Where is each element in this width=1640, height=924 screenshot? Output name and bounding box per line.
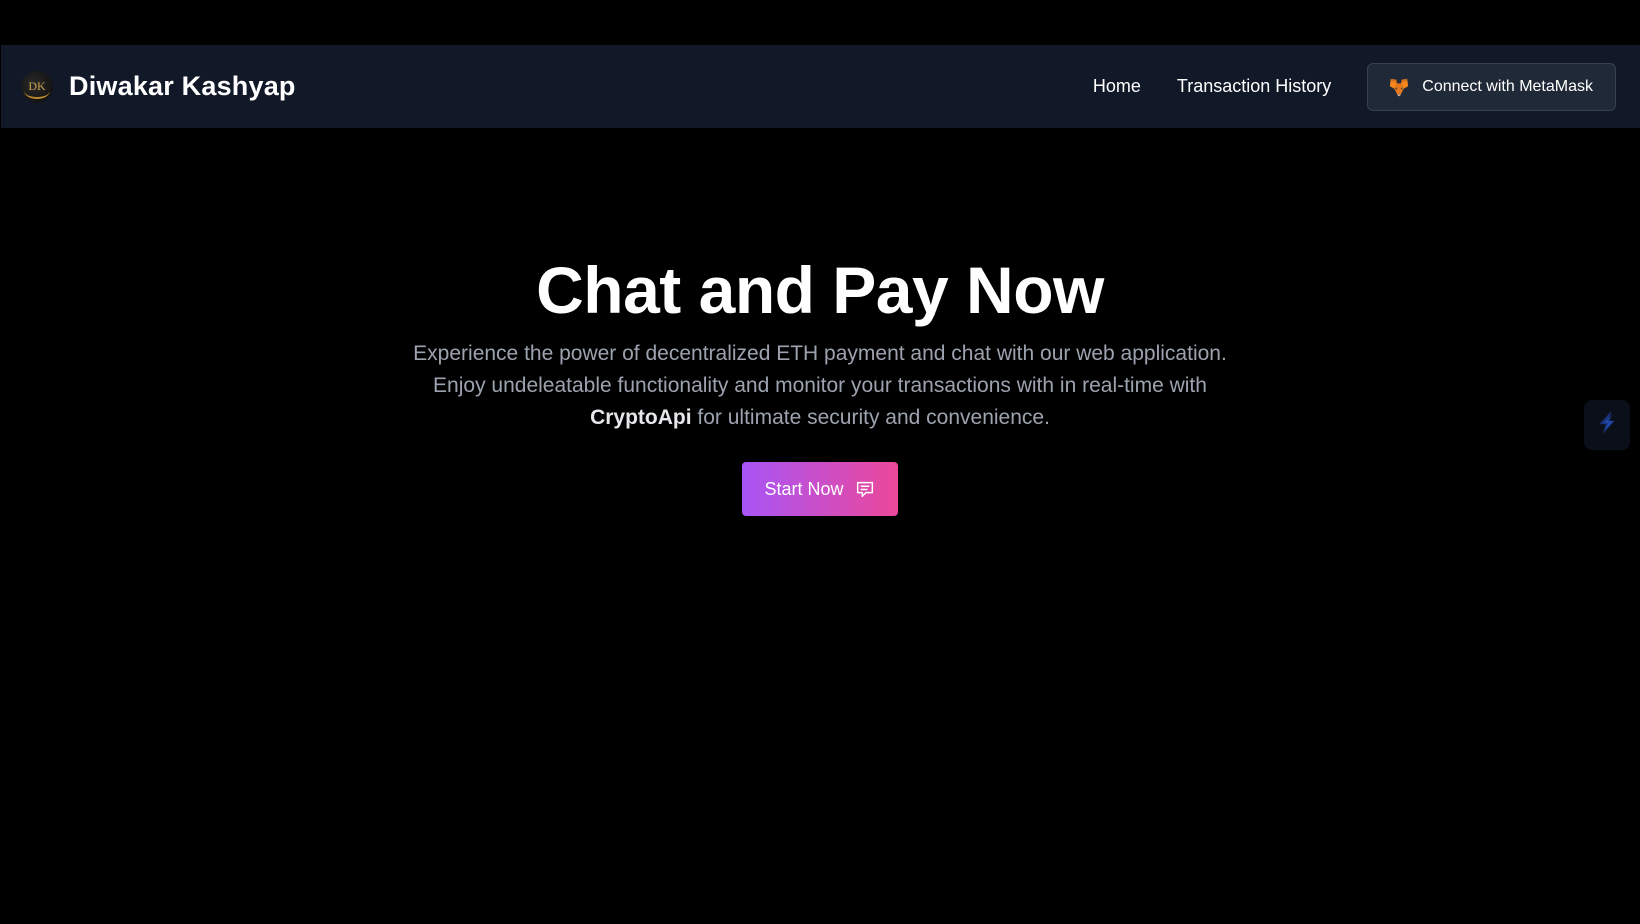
brand-logo: DK (21, 70, 53, 103)
navbar: DK Diwakar Kashyap Home Transaction Hist… (1, 45, 1640, 128)
chat-bubble-icon (854, 478, 876, 500)
hero-description: Experience the power of decentralized ET… (405, 338, 1235, 434)
nav-home-link[interactable]: Home (1093, 76, 1141, 97)
lightning-icon (1594, 408, 1620, 443)
hero-desc-after: for ultimate security and convenience. (691, 406, 1050, 429)
page: DK Diwakar Kashyap Home Transaction Hist… (0, 0, 1640, 924)
nav-transaction-history-link[interactable]: Transaction History (1177, 76, 1331, 97)
start-now-label: Start Now (764, 478, 844, 499)
nav-links: Home Transaction History Connect with Me… (1093, 62, 1616, 111)
floating-widget-button[interactable] (1584, 400, 1630, 450)
metamask-fox-icon (1388, 76, 1410, 98)
hero-desc-before: Experience the power of decentralized ET… (413, 342, 1227, 397)
connect-metamask-button[interactable]: Connect with MetaMask (1367, 62, 1616, 111)
brand-name: Diwakar Kashyap (69, 71, 296, 101)
hero-title: Chat and Pay Now (536, 253, 1104, 327)
hero-section: Chat and Pay Now Experience the power of… (0, 250, 1640, 516)
connect-metamask-label: Connect with MetaMask (1422, 77, 1593, 95)
start-now-button[interactable]: Start Now (742, 462, 898, 516)
logo-text: DK (28, 79, 46, 93)
hero-desc-brand: CryptoApi (590, 406, 692, 429)
brand[interactable]: DK Diwakar Kashyap (21, 70, 296, 103)
